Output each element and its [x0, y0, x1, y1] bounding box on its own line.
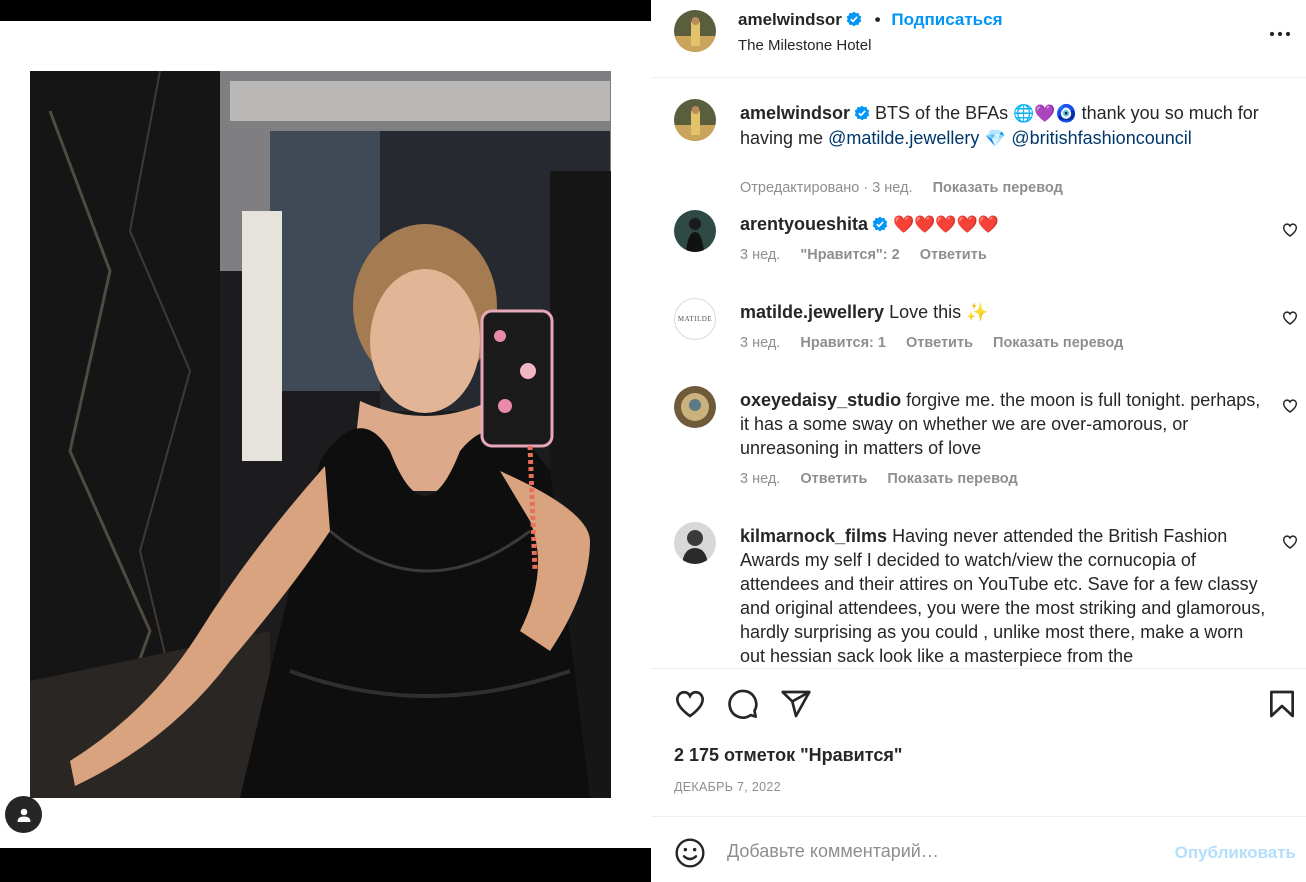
more-options-button[interactable]	[1268, 22, 1292, 51]
avatar-image	[674, 99, 716, 141]
caption-edited-time: Отредактировано · 3 нед.	[740, 180, 913, 196]
tagged-users-button[interactable]	[5, 796, 42, 833]
comments-list[interactable]: amelwindsor BTS of the BFAs 🌐💜🧿 thank yo…	[651, 79, 1306, 668]
user-icon	[17, 808, 30, 822]
post-photo-image	[30, 71, 611, 798]
post-photo[interactable]	[30, 71, 611, 798]
show-translation-button[interactable]: Показать перевод	[993, 335, 1123, 351]
reply-button[interactable]: Ответить	[920, 247, 987, 263]
comment-like-button[interactable]	[1282, 398, 1298, 419]
caption-text-part: BTS of the BFAs	[875, 103, 1009, 123]
show-translation-button[interactable]: Показать перевод	[887, 471, 1017, 487]
verified-badge-icon	[872, 216, 888, 232]
caption-meta: Отредактировано · 3 нед. Показать перево…	[740, 180, 1079, 196]
verified-badge-icon	[854, 105, 870, 121]
smiley-icon	[675, 838, 705, 868]
comment-username[interactable]: kilmarnock_films	[740, 526, 887, 546]
comment-time: 3 нед.	[740, 471, 781, 487]
comment-body: ❤️❤️❤️❤️❤️	[893, 215, 999, 235]
comment-like-button[interactable]	[1282, 310, 1298, 331]
header-user-line: amelwindsor • Подписаться	[738, 10, 1003, 30]
location-link[interactable]: The Milestone Hotel	[738, 37, 871, 54]
post-sidebar: amelwindsor • Подписаться The Milestone …	[651, 0, 1306, 882]
heart-icon	[675, 690, 705, 718]
save-button[interactable]	[1266, 688, 1298, 725]
avatar-image	[674, 522, 716, 564]
heart-icon	[1282, 311, 1298, 325]
heart-icon	[1282, 399, 1298, 413]
post-date: ДЕКАБРЬ 7, 2022	[674, 780, 781, 794]
caption-text-part: thank you so much for	[1076, 103, 1259, 123]
separator-dot: •	[874, 10, 881, 29]
more-horizontal-icon	[1269, 31, 1291, 37]
commenter-avatar[interactable]	[674, 522, 716, 564]
caption-emojis: 🌐💜🧿	[1013, 104, 1077, 124]
add-comment-bar: Опубликовать	[651, 816, 1306, 882]
heart-icon	[1282, 535, 1298, 549]
comment-username[interactable]: matilde.jewellery	[740, 302, 884, 322]
comment-button[interactable]	[727, 688, 759, 725]
comment-input[interactable]	[727, 835, 1147, 867]
comment-time: 3 нед.	[740, 247, 781, 263]
author-avatar[interactable]	[674, 10, 716, 52]
reply-button[interactable]: Ответить	[906, 335, 973, 351]
comment-text: kilmarnock_films Having never attended t…	[740, 524, 1270, 668]
caption-avatar[interactable]	[674, 99, 716, 141]
commenter-avatar[interactable]	[674, 386, 716, 428]
comment-time: 3 нед.	[740, 335, 781, 351]
comment-text: matilde.jewellery Love this ✨	[740, 300, 1270, 324]
likes-count[interactable]: 2 175 отметок "Нравится"	[674, 745, 902, 766]
comment-meta: 3 нед. "Нравится": 2 Ответить	[740, 247, 1003, 263]
brand-logo-text: MATILDE	[677, 315, 713, 323]
caption-text-part: having me	[740, 128, 829, 148]
avatar-image	[674, 10, 716, 52]
comment-text: oxeyedaisy_studio forgive me. the moon i…	[740, 388, 1270, 460]
commenter-avatar[interactable]	[674, 210, 716, 252]
comment-meta: 3 нед. Ответить Показать перевод	[740, 471, 1034, 487]
caption-username[interactable]: amelwindsor	[740, 103, 850, 123]
mention-link[interactable]: @matilde.jewellery	[828, 128, 979, 148]
avatar-image	[674, 210, 716, 252]
reply-button[interactable]: Ответить	[800, 471, 867, 487]
verified-badge-icon	[846, 11, 862, 27]
author-username[interactable]: amelwindsor	[738, 10, 842, 29]
post-comment-button[interactable]: Опубликовать	[1175, 843, 1296, 863]
comment-username[interactable]: arentyoueshita	[740, 214, 868, 234]
comment-likes[interactable]: Нравится: 1	[800, 335, 886, 351]
comment-body: Love this ✨	[889, 302, 989, 322]
comment-text: arentyoueshita ❤️❤️❤️❤️❤️	[740, 212, 1270, 237]
speech-bubble-icon	[728, 689, 758, 719]
mention-link[interactable]: @britishfashioncouncil	[1011, 128, 1191, 148]
bookmark-icon	[1270, 690, 1294, 718]
follow-button[interactable]: Подписаться	[891, 10, 1002, 29]
share-button[interactable]	[780, 688, 812, 725]
avatar-image	[674, 386, 716, 428]
like-button[interactable]	[674, 688, 706, 725]
caption-text: amelwindsor BTS of the BFAs 🌐💜🧿 thank yo…	[740, 101, 1270, 151]
comment-meta: 3 нед. Нравится: 1 Ответить Показать пер…	[740, 335, 1139, 351]
heart-icon	[1282, 223, 1298, 237]
emoji-picker-button[interactable]	[674, 837, 706, 874]
media-panel	[0, 0, 651, 882]
comment-likes[interactable]: "Нравится": 2	[800, 247, 899, 263]
comment-like-button[interactable]	[1282, 534, 1298, 555]
post-actions: 2 175 отметок "Нравится" ДЕКАБРЬ 7, 2022	[651, 668, 1306, 816]
comment-body: Having never attended the British Fashio…	[740, 526, 1266, 666]
show-translation-button[interactable]: Показать перевод	[933, 180, 1063, 196]
post-header: amelwindsor • Подписаться The Milestone …	[651, 0, 1306, 78]
caption-emoji: 💎	[979, 129, 1012, 149]
comment-like-button[interactable]	[1282, 222, 1298, 243]
paper-plane-icon	[781, 690, 811, 718]
commenter-avatar[interactable]: MATILDE	[674, 298, 716, 340]
comment-username[interactable]: oxeyedaisy_studio	[740, 390, 901, 410]
